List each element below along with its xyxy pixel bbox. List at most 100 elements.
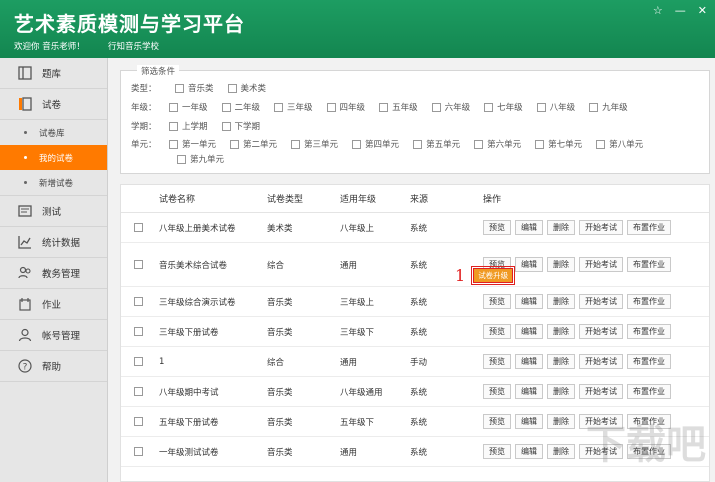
assign-homework-button[interactable]: 布置作业 bbox=[627, 257, 671, 272]
assign-homework-button[interactable]: 布置作业 bbox=[627, 294, 671, 309]
row-checkbox[interactable] bbox=[133, 260, 143, 269]
sidebar-subitem-new-paper[interactable]: 新增试卷 bbox=[0, 170, 107, 195]
checkbox[interactable] bbox=[230, 139, 240, 149]
delete-button[interactable]: 删除 bbox=[547, 384, 575, 399]
preview-button[interactable]: 预览 bbox=[483, 414, 511, 429]
edit-button[interactable]: 编辑 bbox=[515, 384, 543, 399]
filter-grade-option[interactable]: 九年级 bbox=[589, 101, 628, 113]
skin-icon[interactable]: ☆ bbox=[653, 4, 663, 17]
checkbox[interactable] bbox=[379, 102, 389, 112]
delete-button[interactable]: 删除 bbox=[547, 294, 575, 309]
row-checkbox[interactable] bbox=[133, 387, 143, 396]
start-exam-button[interactable]: 开始考试 bbox=[579, 294, 623, 309]
sidebar-item-test[interactable]: 测试 bbox=[0, 196, 107, 227]
checkbox[interactable] bbox=[596, 139, 606, 149]
filter-term-option[interactable]: 下学期 bbox=[221, 120, 260, 132]
filter-grade-option[interactable]: 八年级 bbox=[536, 101, 575, 113]
checkbox[interactable] bbox=[175, 83, 184, 93]
checkbox[interactable] bbox=[352, 139, 362, 149]
assign-homework-button[interactable]: 布置作业 bbox=[627, 324, 671, 339]
filter-unit-option[interactable]: 第三单元 bbox=[291, 138, 338, 150]
checkbox[interactable] bbox=[227, 83, 237, 93]
filter-unit-option[interactable]: 第七单元 bbox=[535, 138, 582, 150]
filter-unit-option[interactable]: 第六单元 bbox=[474, 138, 521, 150]
row-checkbox[interactable] bbox=[133, 223, 143, 232]
checkbox[interactable] bbox=[169, 102, 178, 112]
assign-homework-button[interactable]: 布置作业 bbox=[627, 384, 671, 399]
edit-button[interactable]: 编辑 bbox=[515, 414, 543, 429]
sidebar-item-statistics[interactable]: 统计数据 bbox=[0, 227, 107, 258]
edit-button[interactable]: 编辑 bbox=[515, 444, 543, 459]
preview-button[interactable]: 预览 bbox=[483, 324, 511, 339]
start-exam-button[interactable]: 开始考试 bbox=[579, 220, 623, 235]
filter-unit-option[interactable]: 第一单元 bbox=[169, 138, 216, 150]
filter-unit-option[interactable]: 第五单元 bbox=[413, 138, 460, 150]
filter-term-option[interactable]: 上学期 bbox=[169, 120, 208, 132]
checkbox[interactable] bbox=[535, 139, 545, 149]
checkbox[interactable] bbox=[291, 139, 301, 149]
checkbox[interactable] bbox=[474, 139, 484, 149]
filter-grade-option[interactable]: 五年级 bbox=[379, 101, 418, 113]
start-exam-button[interactable]: 开始考试 bbox=[579, 384, 623, 399]
upgrade-paper-button[interactable]: 试卷升级 bbox=[473, 268, 514, 283]
row-checkbox[interactable] bbox=[133, 327, 143, 336]
filter-unit-option[interactable]: 第四单元 bbox=[352, 138, 399, 150]
row-checkbox[interactable] bbox=[133, 357, 143, 366]
delete-button[interactable]: 删除 bbox=[547, 354, 575, 369]
checkbox[interactable] bbox=[169, 121, 178, 131]
edit-button[interactable]: 编辑 bbox=[515, 257, 543, 272]
edit-button[interactable]: 编辑 bbox=[515, 220, 543, 235]
sidebar-item-academic[interactable]: 教务管理 bbox=[0, 258, 107, 289]
start-exam-button[interactable]: 开始考试 bbox=[579, 354, 623, 369]
filter-type-option[interactable]: 美术类 bbox=[227, 82, 266, 94]
checkbox[interactable] bbox=[326, 102, 336, 112]
assign-homework-button[interactable]: 布置作业 bbox=[627, 354, 671, 369]
filter-unit-option[interactable]: 第二单元 bbox=[230, 138, 277, 150]
checkbox[interactable] bbox=[484, 102, 494, 112]
checkbox[interactable] bbox=[413, 139, 423, 149]
delete-button[interactable]: 删除 bbox=[547, 257, 575, 272]
checkbox[interactable] bbox=[177, 154, 186, 164]
row-checkbox[interactable] bbox=[133, 297, 143, 306]
filter-grade-option[interactable]: 六年级 bbox=[431, 101, 470, 113]
filter-grade-option[interactable]: 七年级 bbox=[484, 101, 523, 113]
edit-button[interactable]: 编辑 bbox=[515, 294, 543, 309]
sidebar-item-account[interactable]: 帐号管理 bbox=[0, 320, 107, 351]
checkbox[interactable] bbox=[169, 139, 178, 149]
start-exam-button[interactable]: 开始考试 bbox=[579, 257, 623, 272]
checkbox[interactable] bbox=[221, 102, 231, 112]
checkbox[interactable] bbox=[274, 102, 284, 112]
row-checkbox[interactable] bbox=[133, 447, 143, 456]
start-exam-button[interactable]: 开始考试 bbox=[579, 324, 623, 339]
delete-button[interactable]: 删除 bbox=[547, 220, 575, 235]
delete-button[interactable]: 删除 bbox=[547, 324, 575, 339]
preview-button[interactable]: 预览 bbox=[483, 444, 511, 459]
checkbox[interactable] bbox=[221, 121, 231, 131]
checkbox[interactable] bbox=[536, 102, 546, 112]
filter-grade-option[interactable]: 四年级 bbox=[326, 101, 365, 113]
filter-grade-option[interactable]: 三年级 bbox=[274, 101, 313, 113]
filter-grade-option[interactable]: 一年级 bbox=[169, 101, 208, 113]
close-button[interactable]: ✕ bbox=[698, 4, 707, 17]
edit-button[interactable]: 编辑 bbox=[515, 324, 543, 339]
assign-homework-button[interactable]: 布置作业 bbox=[627, 220, 671, 235]
row-checkbox[interactable] bbox=[133, 417, 143, 426]
checkbox[interactable] bbox=[589, 102, 599, 112]
preview-button[interactable]: 预览 bbox=[483, 384, 511, 399]
preview-button[interactable]: 预览 bbox=[483, 294, 511, 309]
preview-button[interactable]: 预览 bbox=[483, 220, 511, 235]
sidebar-item-homework[interactable]: 作业 bbox=[0, 289, 107, 320]
filter-type-option[interactable]: 音乐类 bbox=[175, 82, 214, 94]
sidebar-subitem-my-papers[interactable]: 我的试卷 bbox=[0, 145, 107, 170]
filter-unit-option[interactable]: 第八单元 bbox=[596, 138, 643, 150]
filter-unit-option[interactable]: 第九单元 bbox=[177, 153, 224, 165]
sidebar-item-papers[interactable]: 试卷 bbox=[0, 89, 107, 120]
filter-grade-option[interactable]: 二年级 bbox=[221, 101, 260, 113]
delete-button[interactable]: 删除 bbox=[547, 444, 575, 459]
delete-button[interactable]: 删除 bbox=[547, 414, 575, 429]
checkbox[interactable] bbox=[431, 102, 441, 112]
preview-button[interactable]: 预览 bbox=[483, 354, 511, 369]
sidebar-subitem-paper-library[interactable]: 试卷库 bbox=[0, 120, 107, 145]
edit-button[interactable]: 编辑 bbox=[515, 354, 543, 369]
minimize-button[interactable]: — bbox=[675, 4, 686, 17]
